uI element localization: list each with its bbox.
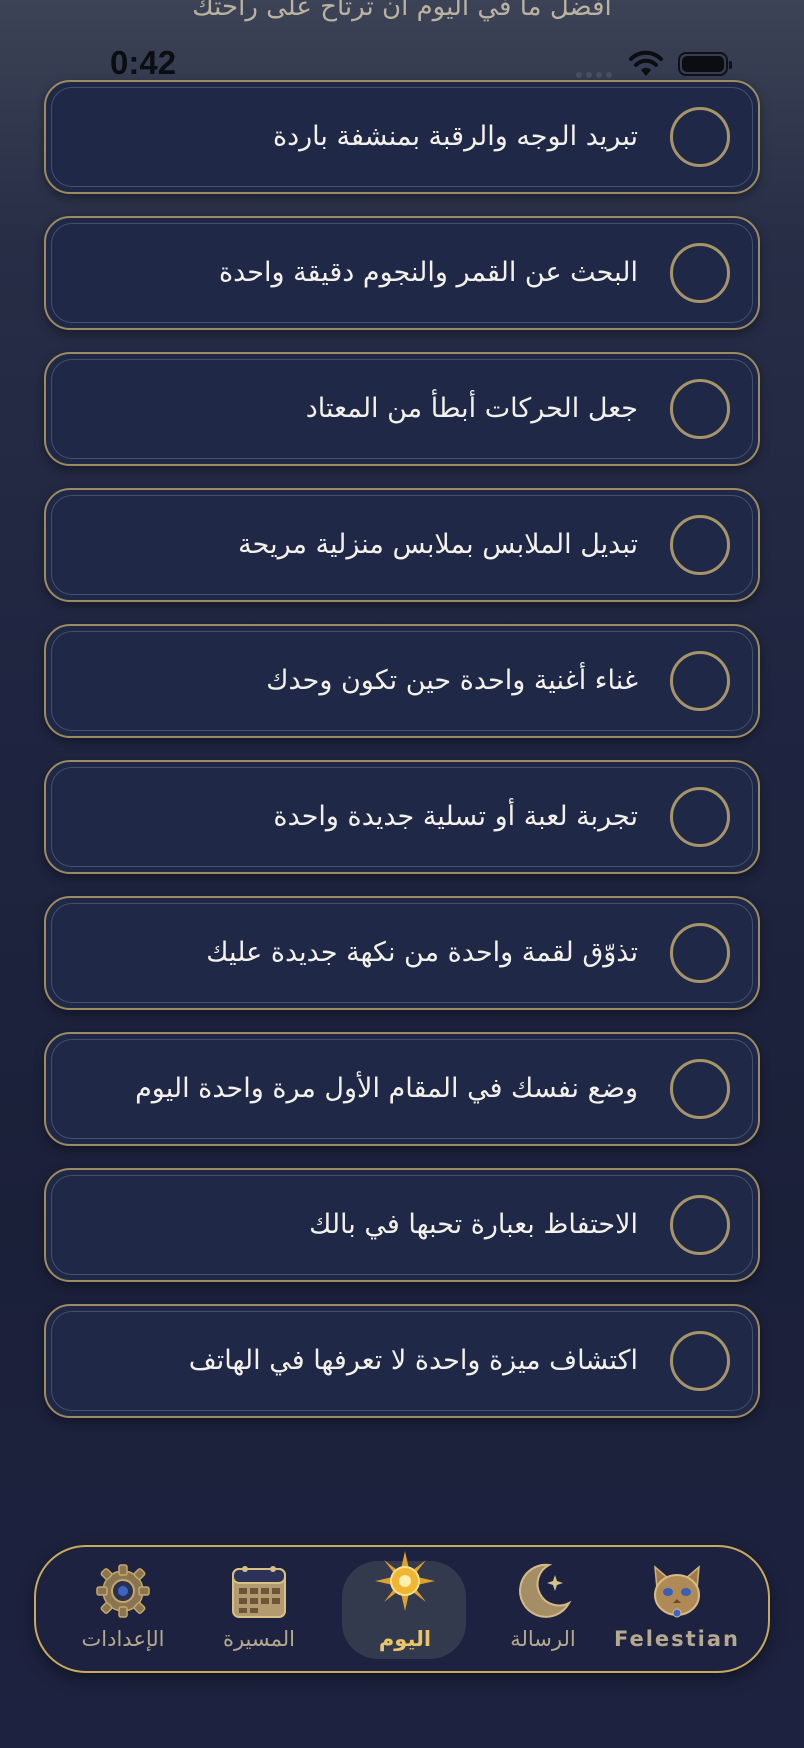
task-label: الاحتفاظ بعبارة تحبها في بالك xyxy=(309,1209,638,1240)
task-card[interactable]: اكتشاف ميزة واحدة لا تعرفها في الهاتف xyxy=(44,1304,760,1418)
tab-today[interactable]: اليوم xyxy=(340,1547,470,1671)
task-card[interactable]: تبريد الوجه والرقبة بمنشفة باردة xyxy=(44,80,760,194)
task-label: جعل الحركات أبطأ من المعتاد xyxy=(305,393,638,424)
task-label: وضع نفسك في المقام الأول مرة واحدة اليوم xyxy=(135,1073,638,1104)
tab-journey[interactable]: المسيرة xyxy=(194,1547,324,1671)
header-subtitle: افضل ما في اليوم ان ترتاح على راحتك xyxy=(192,0,612,22)
tab-label: Felestian xyxy=(613,1627,741,1651)
wifi-icon xyxy=(629,50,663,76)
status-time: 0:42 xyxy=(110,44,177,81)
task-checkbox[interactable] xyxy=(670,243,730,303)
gear-icon xyxy=(96,1564,150,1618)
task-card[interactable]: تذوّق لقمة واحدة من نكهة جديدة عليك xyxy=(44,896,760,1010)
task-label: غناء أغنية واحدة حين تكون وحدك xyxy=(266,665,638,696)
task-checkbox[interactable] xyxy=(670,1331,730,1391)
tab-bar: الإعدادات المسيرة اليوم الرسالة Felestia… xyxy=(34,1545,770,1673)
task-card[interactable]: غناء أغنية واحدة حين تكون وحدك xyxy=(44,624,760,738)
task-checkbox[interactable] xyxy=(670,515,730,575)
task-label: تجربة لعبة أو تسلية جديدة واحدة xyxy=(273,801,638,832)
task-checkbox[interactable] xyxy=(670,651,730,711)
task-checkbox[interactable] xyxy=(670,1195,730,1255)
tab-label: اليوم xyxy=(378,1627,432,1651)
tab-label: الإعدادات xyxy=(81,1627,165,1651)
task-list: تبريد الوجه والرقبة بمنشفة باردة البحث ع… xyxy=(44,80,760,1440)
sun-icon xyxy=(375,1551,435,1611)
tab-message[interactable]: الرسالة xyxy=(478,1547,608,1671)
task-card[interactable]: جعل الحركات أبطأ من المعتاد xyxy=(44,352,760,466)
task-checkbox[interactable] xyxy=(670,923,730,983)
task-checkbox[interactable] xyxy=(670,1059,730,1119)
task-checkbox[interactable] xyxy=(670,379,730,439)
task-card[interactable]: البحث عن القمر والنجوم دقيقة واحدة xyxy=(44,216,760,330)
task-card[interactable]: وضع نفسك في المقام الأول مرة واحدة اليوم xyxy=(44,1032,760,1146)
battery-icon xyxy=(678,52,732,76)
task-label: اكتشاف ميزة واحدة لا تعرفها في الهاتف xyxy=(188,1345,638,1376)
task-label: تذوّق لقمة واحدة من نكهة جديدة عليك xyxy=(206,937,638,968)
task-card[interactable]: الاحتفاظ بعبارة تحبها في بالك xyxy=(44,1168,760,1282)
task-card[interactable]: تجربة لعبة أو تسلية جديدة واحدة xyxy=(44,760,760,874)
task-card[interactable]: تبديل الملابس بملابس منزلية مريحة xyxy=(44,488,760,602)
tab-label: الرسالة xyxy=(510,1627,576,1651)
signal-dots-icon xyxy=(576,72,612,78)
calendar-icon xyxy=(232,1566,286,1618)
tab-felestian[interactable]: Felestian xyxy=(612,1547,742,1671)
tab-label: المسيرة xyxy=(222,1627,296,1651)
moon-star-icon xyxy=(519,1563,572,1618)
cat-icon xyxy=(654,1565,700,1618)
task-label: البحث عن القمر والنجوم دقيقة واحدة xyxy=(218,257,638,288)
task-label: تبريد الوجه والرقبة بمنشفة باردة xyxy=(272,121,638,152)
task-label: تبديل الملابس بملابس منزلية مريحة xyxy=(238,529,638,560)
tab-settings[interactable]: الإعدادات xyxy=(58,1547,188,1671)
task-checkbox[interactable] xyxy=(670,107,730,167)
task-checkbox[interactable] xyxy=(670,787,730,847)
